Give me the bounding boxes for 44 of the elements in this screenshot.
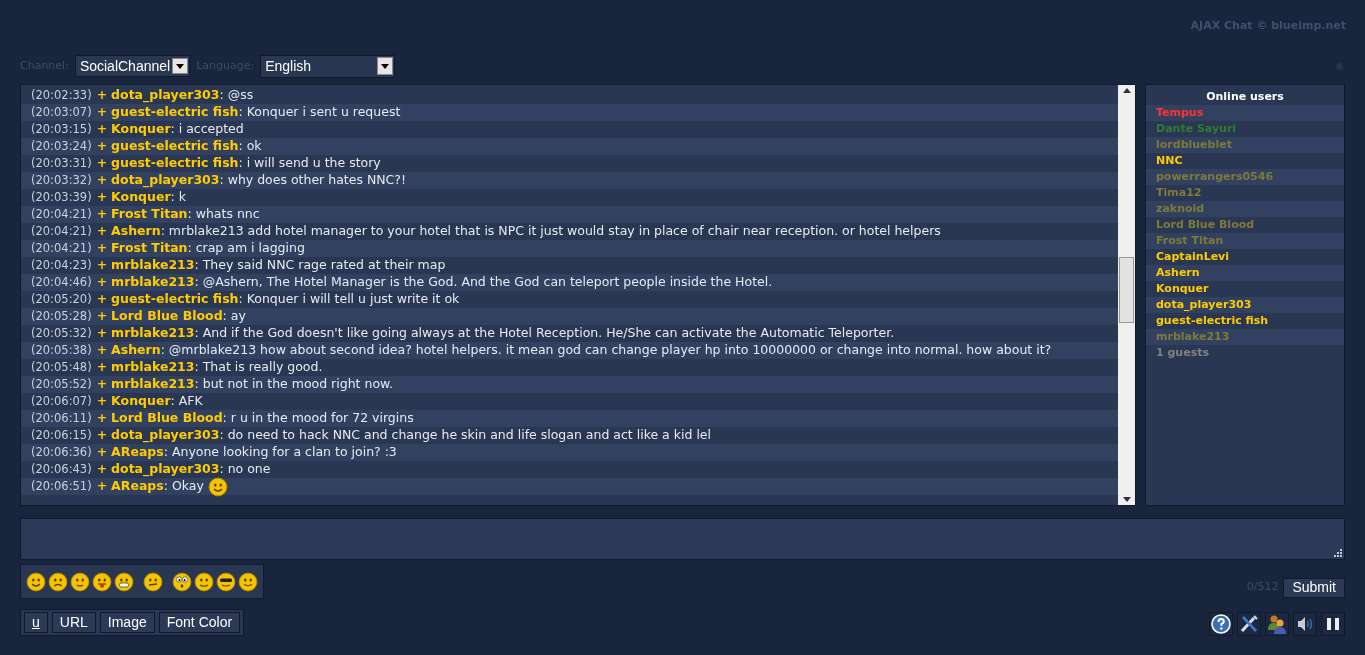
- online-user[interactable]: dota_player303: [1146, 297, 1344, 313]
- scrollbar-thumb[interactable]: [1119, 257, 1134, 323]
- chat-message: (20:05:38) + Ashern: @mrblake213 how about second idea? hotel helpers. it mean god can change player hp into 10000000 or change into normal. how about it?: [21, 342, 1118, 359]
- format-button[interactable]: Image: [99, 612, 155, 633]
- chat-message: (20:06:36) + AReaps: Anyone looking for a clan to join? :3: [21, 444, 1118, 461]
- chat-message: (20:03:32) + dota_player303: why does other hates NNC?!: [21, 172, 1118, 189]
- users-icon[interactable]: [1265, 611, 1289, 636]
- emoticon-button[interactable]: [70, 571, 90, 592]
- help-icon[interactable]: [1209, 611, 1233, 636]
- emoticon-button[interactable]: [194, 571, 214, 592]
- emoticon-button[interactable]: [216, 571, 236, 592]
- chat-message: (20:05:52) + mrblake213: but not in the mood right now.: [21, 376, 1118, 393]
- format-button[interactable]: Font Color: [158, 612, 241, 633]
- chat-message: (20:06:11) + Lord Blue Blood: r u in the mood for 72 virgins: [21, 410, 1118, 427]
- emoticon-button[interactable]: [172, 571, 192, 592]
- submit-button[interactable]: Submit: [1283, 577, 1345, 598]
- emoticon-button[interactable]: [238, 571, 258, 592]
- language-select[interactable]: English: [260, 54, 396, 78]
- panel-title: Online users: [1205, 89, 1285, 105]
- online-user[interactable]: Ashern: [1146, 265, 1344, 281]
- emoticon-button[interactable]: [26, 571, 46, 592]
- emoticon-button[interactable]: [92, 571, 112, 592]
- resize-handle-icon[interactable]: [1334, 549, 1342, 557]
- scroll-up-icon[interactable]: [1122, 88, 1131, 93]
- message-input[interactable]: [20, 518, 1345, 560]
- chat-message: (20:04:46) + mrblake213: @Ashern, The Hotel Manager is the God. And the God can teleport people inside the Hotel.: [21, 274, 1118, 291]
- pause-icon[interactable]: [1321, 611, 1345, 636]
- scroll-down-icon[interactable]: [1122, 497, 1131, 502]
- chat-message: (20:05:28) + Lord Blue Blood: ay: [21, 308, 1118, 325]
- chat-message: (20:03:24) + guest-electric fish: ok: [21, 138, 1118, 155]
- sound-icon[interactable]: [1293, 611, 1317, 636]
- emoticon-button[interactable]: [143, 571, 163, 592]
- emoticon-button[interactable]: [114, 571, 134, 592]
- emoticon-icon: [207, 476, 228, 497]
- format-button[interactable]: u: [24, 612, 48, 633]
- emoticon-button[interactable]: [48, 571, 68, 592]
- chat-message: (20:06:51) + AReaps: Okay: [21, 478, 1118, 495]
- chat-message: (20:04:21) + Frost Titan: whats nnc: [21, 206, 1118, 223]
- chat-message: (20:03:07) + guest-electric fish: Konquer i sent u request: [21, 104, 1118, 121]
- channel-select[interactable]: SocialChannel: [74, 55, 191, 77]
- format-button[interactable]: URL: [51, 612, 96, 633]
- scrollbar[interactable]: [1118, 85, 1135, 505]
- settings-icon[interactable]: [1237, 611, 1261, 636]
- chat-message: (20:04:21) + Frost Titan: crap am i lagging: [21, 240, 1118, 257]
